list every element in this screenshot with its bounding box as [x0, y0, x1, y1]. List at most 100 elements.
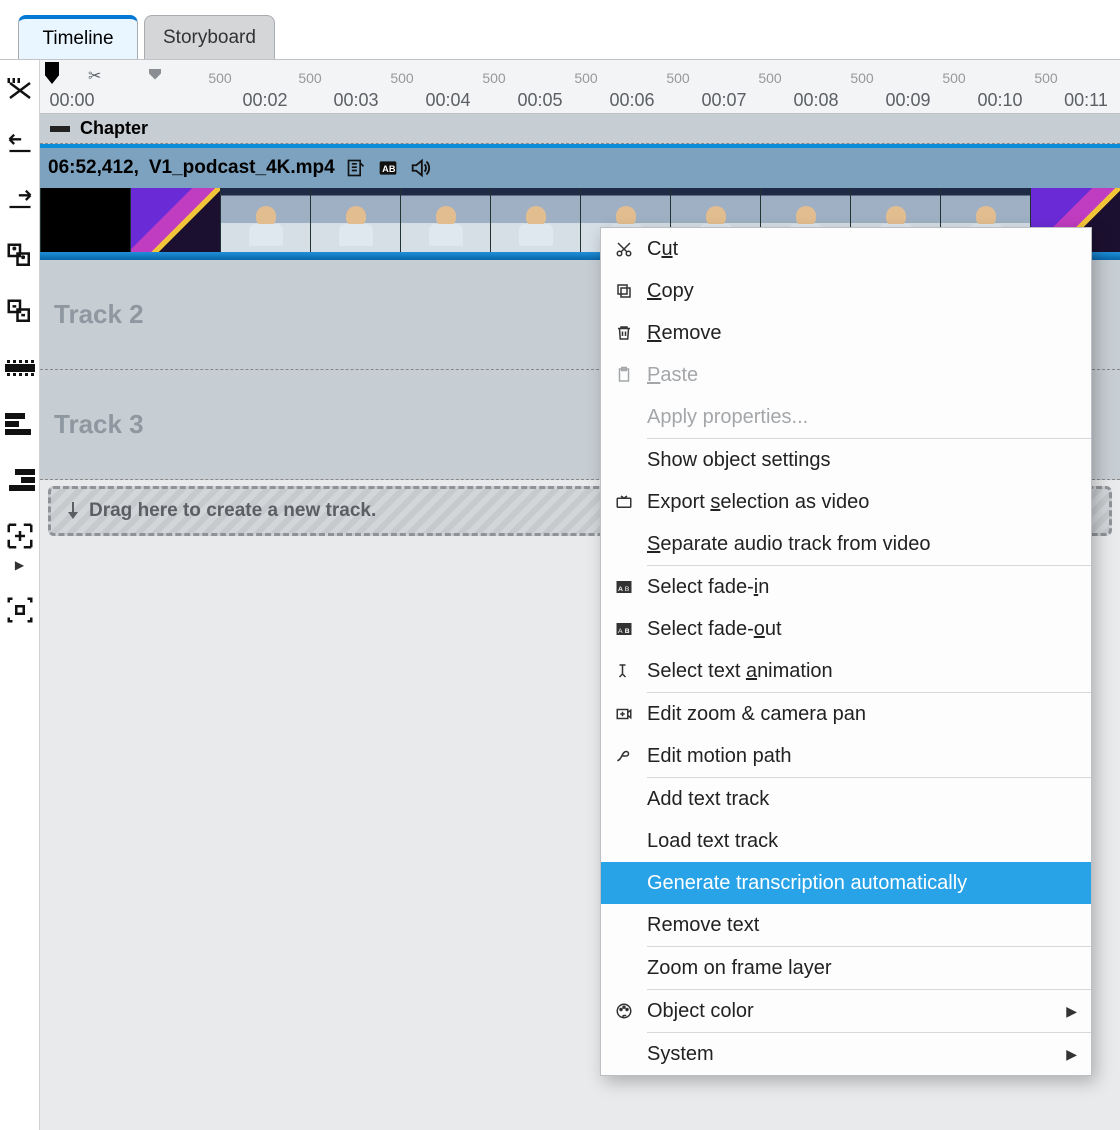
menu-label: Remove [647, 322, 1091, 345]
menu-label: Export selection as video [647, 491, 1091, 514]
menu-export-selection[interactable]: Export selection as video [601, 481, 1091, 523]
ruler-minor-label: 500 [758, 70, 781, 86]
down-arrow-icon [65, 502, 81, 520]
menu-load-text-track[interactable]: Load text track [601, 820, 1091, 862]
menu-label: Load text track [647, 830, 1091, 853]
trash-icon [601, 324, 647, 342]
thumbnail[interactable] [220, 188, 310, 252]
ruler-label: 00:03 [333, 90, 378, 111]
ruler-minor-label: 500 [390, 70, 413, 86]
submenu-arrow-icon: ▶ [1066, 1003, 1077, 1020]
collapse-icon[interactable] [50, 126, 70, 132]
ruler-label: 00:00 [49, 90, 94, 111]
group-add-icon[interactable] [2, 238, 38, 274]
clip-header[interactable]: 06:52,412, V1_podcast_4K.mp4 AB [40, 148, 1120, 188]
ruler-label: 00:02 [242, 90, 287, 111]
cut-end-icon[interactable] [2, 182, 38, 218]
ruler-label: 00:05 [517, 90, 562, 111]
ruler-minor-label: 500 [298, 70, 321, 86]
palette-icon [601, 1002, 647, 1020]
audio-icon[interactable] [409, 157, 431, 179]
menu-add-text-track[interactable]: Add text track [601, 778, 1091, 820]
menu-motion-path[interactable]: Edit motion path [601, 735, 1091, 777]
clip-timecode: 06:52,412, [48, 157, 139, 179]
drag-new-track-label: Drag here to create a new track. [89, 500, 376, 522]
crop-out-icon[interactable] [2, 592, 38, 628]
group-remove-icon[interactable] [2, 294, 38, 330]
cut-icon [601, 240, 647, 258]
menu-separate-audio[interactable]: Separate audio track from video [601, 523, 1091, 565]
ruler-label: 00:07 [701, 90, 746, 111]
menu-label: Paste [647, 364, 1091, 387]
left-toolbar: ▶ [0, 60, 40, 1130]
app-root: Timeline Storyboard [0, 0, 1120, 1130]
menu-fade-out[interactable]: AB Select fade-out [601, 608, 1091, 650]
menu-label: Add text track [647, 788, 1091, 811]
menu-label: Show object settings [647, 449, 1091, 472]
thumbnail[interactable] [130, 188, 220, 252]
text-ab-icon[interactable]: AB [377, 157, 399, 179]
chapter-label: Chapter [80, 118, 148, 139]
menu-remove[interactable]: Remove [601, 312, 1091, 354]
fade-in-icon: AB [601, 578, 647, 596]
align-right-stack-icon[interactable] [2, 462, 38, 498]
ruler-minor-label: 500 [850, 70, 873, 86]
menu-fade-in[interactable]: AB Select fade-in [601, 566, 1091, 608]
menu-apply-properties: Apply properties... [601, 396, 1091, 438]
thumbnail[interactable] [490, 188, 580, 252]
align-left-stack-icon[interactable] [2, 406, 38, 442]
menu-label: Zoom on frame layer [647, 957, 1091, 980]
context-menu: Cut Copy Remove Paste Apply properties..… [600, 227, 1092, 1076]
cut-start-icon[interactable] [2, 126, 38, 162]
svg-text:B: B [625, 628, 630, 635]
menu-label: Apply properties... [647, 406, 1091, 429]
motion-path-icon [601, 747, 647, 765]
menu-paste: Paste [601, 354, 1091, 396]
menu-remove-text[interactable]: Remove text [601, 904, 1091, 946]
crop-in-icon[interactable] [2, 518, 38, 554]
ruler-label: 00:09 [885, 90, 930, 111]
thumbnail[interactable] [400, 188, 490, 252]
tab-storyboard[interactable]: Storyboard [144, 15, 275, 59]
thumbnail[interactable] [310, 188, 400, 252]
menu-copy[interactable]: Copy [601, 270, 1091, 312]
menu-label: Separate audio track from video [647, 533, 1091, 556]
ruler-minor-label: 500 [208, 70, 231, 86]
time-ruler[interactable]: ✂ 00:00 500 00:02 500 00:03 500 00:04 50… [40, 60, 1120, 114]
ruler-label: 00:10 [977, 90, 1022, 111]
paste-icon [601, 366, 647, 384]
menu-show-object-settings[interactable]: Show object settings [601, 439, 1091, 481]
ruler-label: 00:04 [425, 90, 470, 111]
filmstrip-icon[interactable] [2, 350, 38, 386]
menu-text-animation[interactable]: Select text animation [601, 650, 1091, 692]
video-properties-icon[interactable] [345, 157, 367, 179]
menu-label: Generate transcription automatically [647, 872, 1091, 895]
menu-object-color[interactable]: Object color ▶ [601, 990, 1091, 1032]
menu-label: System [647, 1043, 1091, 1066]
chapter-bar[interactable]: Chapter [40, 114, 1120, 144]
svg-text:B: B [389, 164, 396, 174]
thumbnail[interactable] [40, 188, 130, 252]
menu-label: Select fade-out [647, 618, 1091, 641]
ruler-minor-label: 500 [574, 70, 597, 86]
tab-timeline[interactable]: Timeline [18, 15, 138, 59]
ruler-ticks: 00:00 500 00:02 500 00:03 500 00:04 500 … [40, 60, 1120, 113]
ruler-minor-label: 500 [1034, 70, 1057, 86]
menu-label: Edit motion path [647, 745, 1091, 768]
svg-text:A: A [618, 586, 623, 593]
ruler-label: 00:08 [793, 90, 838, 111]
menu-cut[interactable]: Cut [601, 228, 1091, 270]
copy-icon [601, 282, 647, 300]
menu-label: Object color [647, 1000, 1091, 1023]
menu-generate-transcription[interactable]: Generate transcription automatically [601, 862, 1091, 904]
ruler-minor-label: 500 [482, 70, 505, 86]
menu-zoom-frame-layer[interactable]: Zoom on frame layer [601, 947, 1091, 989]
dropdown-arrow-icon[interactable]: ▶ [15, 558, 24, 572]
clip-filename: V1_podcast_4K.mp4 [149, 157, 335, 179]
menu-system[interactable]: System ▶ [601, 1033, 1091, 1075]
ruler-label: 00:06 [609, 90, 654, 111]
submenu-arrow-icon: ▶ [1066, 1046, 1077, 1063]
split-tool-icon[interactable] [2, 70, 38, 106]
ruler-label: 00:11 [1064, 90, 1108, 111]
menu-zoom-camera-pan[interactable]: Edit zoom & camera pan [601, 693, 1091, 735]
